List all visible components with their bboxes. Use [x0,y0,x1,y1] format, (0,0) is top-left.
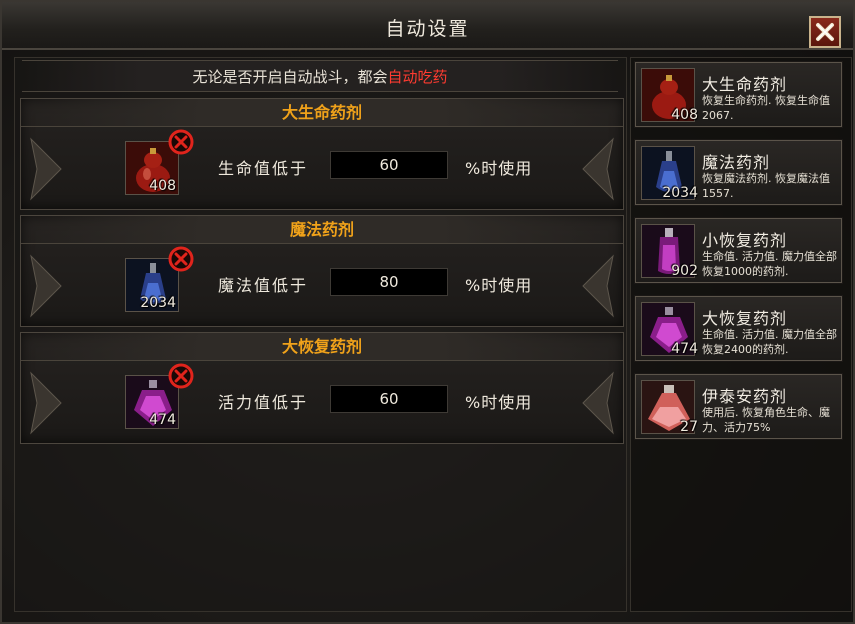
ornament-right-icon [582,137,614,201]
unit-label: %时使用 [465,393,533,412]
unit-label: %时使用 [465,159,533,178]
threshold-label: 生命值低于 [218,159,309,178]
potion-card-count: 2034 [662,185,698,201]
setting-section-mana: 魔法药剂 2034 魔法值低于 %时使用 [20,215,624,327]
potion-card[interactable]: 408 大生命药剂 恢复生命药剂. 恢复生命值2067. [635,62,842,127]
potion-card-count: 474 [671,341,698,357]
remove-potion-button[interactable] [167,362,195,390]
remove-potion-button[interactable] [167,245,195,273]
potion-card-desc: 生命值. 活力值. 魔力值全部恢复1000的药剂. [702,250,837,278]
section-title: 魔法药剂 [21,216,623,244]
notice-text: 无论是否开启自动战斗，都会 [192,68,388,86]
potion-card-name: 小恢复药剂 [702,231,788,250]
threshold-input[interactable] [330,385,448,413]
auto-settings-window: 自动设置 无论是否开启自动战斗，都会自动吃药 大生命药剂 408 生命值低于 6… [0,0,855,624]
remove-icon [168,363,194,389]
remove-icon [168,246,194,272]
section-title: 大恢复药剂 [21,333,623,361]
potion-count: 408 [149,178,176,194]
threshold-label: 活力值低于 [218,393,309,412]
potion-card-name: 魔法药剂 [702,153,771,172]
potion-card-name: 大恢复药剂 [702,309,788,328]
potion-card-count: 902 [671,263,698,279]
ornament-left-icon [30,137,62,201]
section-title: 大生命药剂 [21,99,623,127]
potion-card[interactable]: 474 大恢复药剂 生命值. 活力值. 魔力值全部恢复2400的药剂. [635,296,842,361]
setting-section-health: 大生命药剂 408 生命值低于 %时使用 [20,98,624,210]
close-button[interactable] [809,16,841,48]
threshold-label: 魔法值低于 [218,276,309,295]
threshold-input[interactable] [330,268,448,296]
close-icon [816,23,834,41]
potion-card-desc: 恢复魔法药剂. 恢复魔法值1557. [702,172,830,200]
potion-card-desc: 生命值. 活力值. 魔力值全部恢复2400的药剂. [702,328,837,356]
notice-highlight: 自动吃药 [387,68,448,86]
setting-section-vitality: 大恢复药剂 474 活力值低于 %时使用 [20,332,624,444]
auto-potion-notice: 无论是否开启自动战斗，都会自动吃药 [22,60,618,92]
ornament-right-icon [582,371,614,435]
ornament-right-icon [582,254,614,318]
title-bar: 自动设置 [2,2,853,50]
remove-icon [168,129,194,155]
ornament-left-icon [30,371,62,435]
potion-card[interactable]: 27 伊泰安药剂 使用后. 恢复角色生命、魔力、活力75% [635,374,842,439]
potion-card[interactable]: 2034 魔法药剂 恢复魔法药剂. 恢复魔法值1557. [635,140,842,205]
potion-card[interactable]: 902 小恢复药剂 生命值. 活力值. 魔力值全部恢复1000的药剂. [635,218,842,283]
remove-potion-button[interactable] [167,128,195,156]
potion-card-desc: 使用后. 恢复角色生命、魔力、活力75% [702,406,830,434]
potion-card-name: 伊泰安药剂 [702,387,788,406]
potion-count: 474 [149,412,176,428]
ornament-left-icon [30,254,62,318]
potion-card-desc: 恢复生命药剂. 恢复生命值2067. [702,94,830,122]
potion-count: 2034 [140,295,176,311]
window-title: 自动设置 [385,18,470,40]
potion-card-count: 27 [680,419,698,435]
potion-card-name: 大生命药剂 [702,75,788,94]
potion-card-count: 408 [671,107,698,123]
unit-label: %时使用 [465,276,533,295]
threshold-input[interactable] [330,151,448,179]
